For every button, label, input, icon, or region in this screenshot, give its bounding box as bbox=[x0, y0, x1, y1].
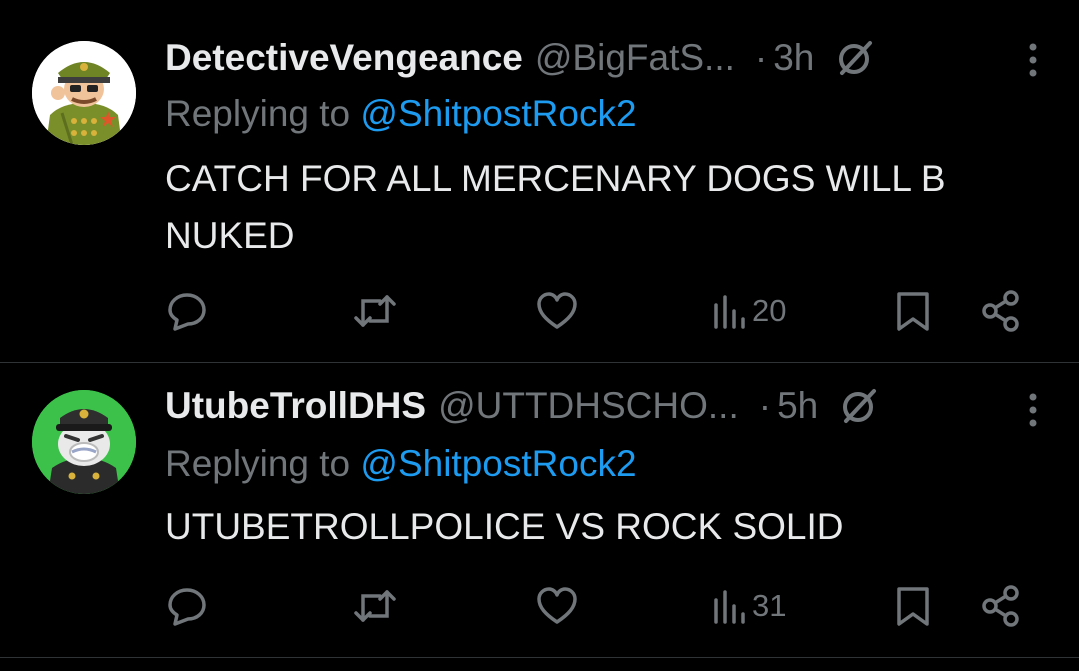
reply-button[interactable] bbox=[165, 286, 209, 336]
bar-chart-icon bbox=[714, 295, 745, 329]
more-vertical-icon[interactable] bbox=[1027, 40, 1039, 80]
views-button[interactable]: 20 bbox=[712, 286, 786, 336]
bookmark-icon bbox=[897, 587, 929, 626]
general-cartoon-avatar-image bbox=[32, 41, 136, 145]
action-bar: 31 bbox=[0, 581, 1079, 631]
views-count: 31 bbox=[752, 588, 787, 623]
separator-dot: · bbox=[754, 37, 768, 78]
avatar[interactable] bbox=[32, 41, 136, 145]
bookmark-button[interactable] bbox=[893, 286, 933, 336]
reply-bubble-icon bbox=[168, 588, 206, 626]
replying-to-label: Replying to bbox=[165, 443, 351, 484]
more-vertical-icon[interactable] bbox=[1027, 390, 1039, 430]
display-name[interactable]: DetectiveVengeance bbox=[165, 37, 523, 79]
like-button[interactable] bbox=[535, 286, 579, 336]
user-handle[interactable]: @BigFatS... bbox=[535, 37, 735, 79]
repost-button[interactable] bbox=[352, 286, 398, 336]
like-button[interactable] bbox=[535, 581, 579, 631]
tweet-text: UTUBETROLLPOLICE VS ROCK SOLID bbox=[165, 506, 844, 547]
bar-chart-icon bbox=[714, 590, 745, 624]
views-button[interactable]: 31 bbox=[712, 581, 786, 631]
reply-tweet[interactable]: DetectiveVengeance @BigFatS... · 3h Repl… bbox=[0, 0, 1079, 362]
share-icon bbox=[982, 585, 1019, 627]
views-count: 20 bbox=[752, 293, 787, 328]
police-cartoon-avatar-image bbox=[32, 390, 136, 494]
heart-icon bbox=[537, 587, 577, 624]
replying-to-mention[interactable]: @ShitpostRock2 bbox=[360, 93, 636, 134]
replying-to-mention[interactable]: @ShitpostRock2 bbox=[360, 443, 636, 484]
display-name[interactable]: UtubeTrollDHS bbox=[165, 385, 426, 427]
bookmark-icon bbox=[897, 292, 929, 331]
grok-slash-icon[interactable] bbox=[832, 35, 878, 81]
timestamp[interactable]: 5h bbox=[777, 385, 818, 427]
grok-slash-icon[interactable] bbox=[836, 383, 882, 429]
reply-feed: DetectiveVengeance @BigFatS... · 3h Repl… bbox=[0, 0, 1079, 671]
tweet-header: UtubeTrollDHS @UTTDHSCHO... · 5h bbox=[165, 383, 1049, 429]
replying-to-line: Replying to @ShitpostRock2 bbox=[165, 443, 637, 485]
share-button[interactable] bbox=[980, 286, 1024, 336]
reply-button[interactable] bbox=[165, 581, 209, 631]
replying-to-line: Replying to @ShitpostRock2 bbox=[165, 93, 637, 135]
reply-tweet[interactable]: UtubeTrollDHS @UTTDHSCHO... · 5h Replyin… bbox=[0, 363, 1079, 657]
timestamp[interactable]: 3h bbox=[773, 37, 814, 79]
separator-dot: · bbox=[758, 385, 772, 426]
bookmark-button[interactable] bbox=[893, 581, 933, 631]
divider bbox=[0, 657, 1079, 658]
user-handle[interactable]: @UTTDHSCHO... bbox=[438, 385, 739, 427]
reply-bubble-icon bbox=[168, 293, 206, 331]
heart-icon bbox=[537, 292, 577, 329]
repost-arrows-icon bbox=[354, 590, 396, 622]
repost-button[interactable] bbox=[352, 581, 398, 631]
share-icon bbox=[982, 290, 1019, 332]
avatar[interactable] bbox=[32, 390, 136, 494]
tweet-header: DetectiveVengeance @BigFatS... · 3h bbox=[165, 35, 1049, 81]
action-bar: 20 bbox=[0, 286, 1079, 336]
replying-to-label: Replying to bbox=[165, 93, 351, 134]
tweet-text: CATCH FOR ALL MERCENARY DOGS WILL B NUKE… bbox=[165, 158, 946, 256]
repost-arrows-icon bbox=[354, 295, 396, 327]
share-button[interactable] bbox=[980, 581, 1024, 631]
